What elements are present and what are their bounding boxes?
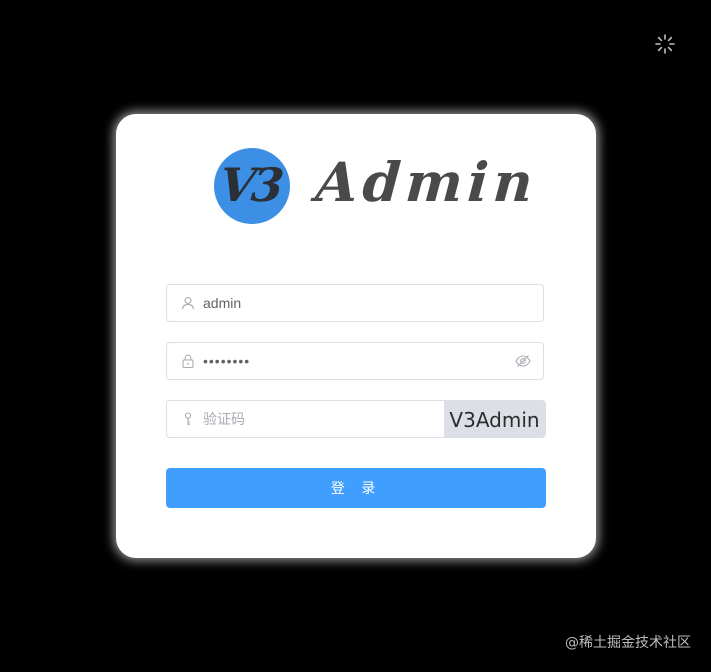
logo-badge: V3 — [214, 148, 290, 224]
username-field[interactable] — [166, 284, 544, 322]
password-field[interactable] — [166, 342, 544, 380]
captcha-image[interactable]: V3Admin — [444, 401, 545, 437]
sun-icon — [655, 34, 675, 54]
login-card: V3 Admin V3Admin 登 录 — [116, 114, 596, 558]
key-icon — [184, 412, 192, 426]
login-button[interactable]: 登 录 — [166, 468, 546, 508]
logo: V3 Admin — [212, 144, 540, 228]
captcha-input[interactable] — [203, 401, 433, 437]
logo-text: Admin — [313, 150, 540, 214]
captcha-field[interactable]: V3Admin — [166, 400, 546, 438]
logo-badge-text: V3 — [217, 158, 283, 212]
watermark: @稀土掘金技术社区 — [565, 635, 691, 651]
lock-icon — [182, 354, 194, 368]
password-input[interactable] — [203, 343, 503, 379]
theme-toggle-button[interactable] — [654, 33, 676, 55]
eye-icon[interactable] — [515, 354, 531, 368]
user-icon — [181, 296, 195, 310]
username-input[interactable] — [203, 285, 503, 321]
